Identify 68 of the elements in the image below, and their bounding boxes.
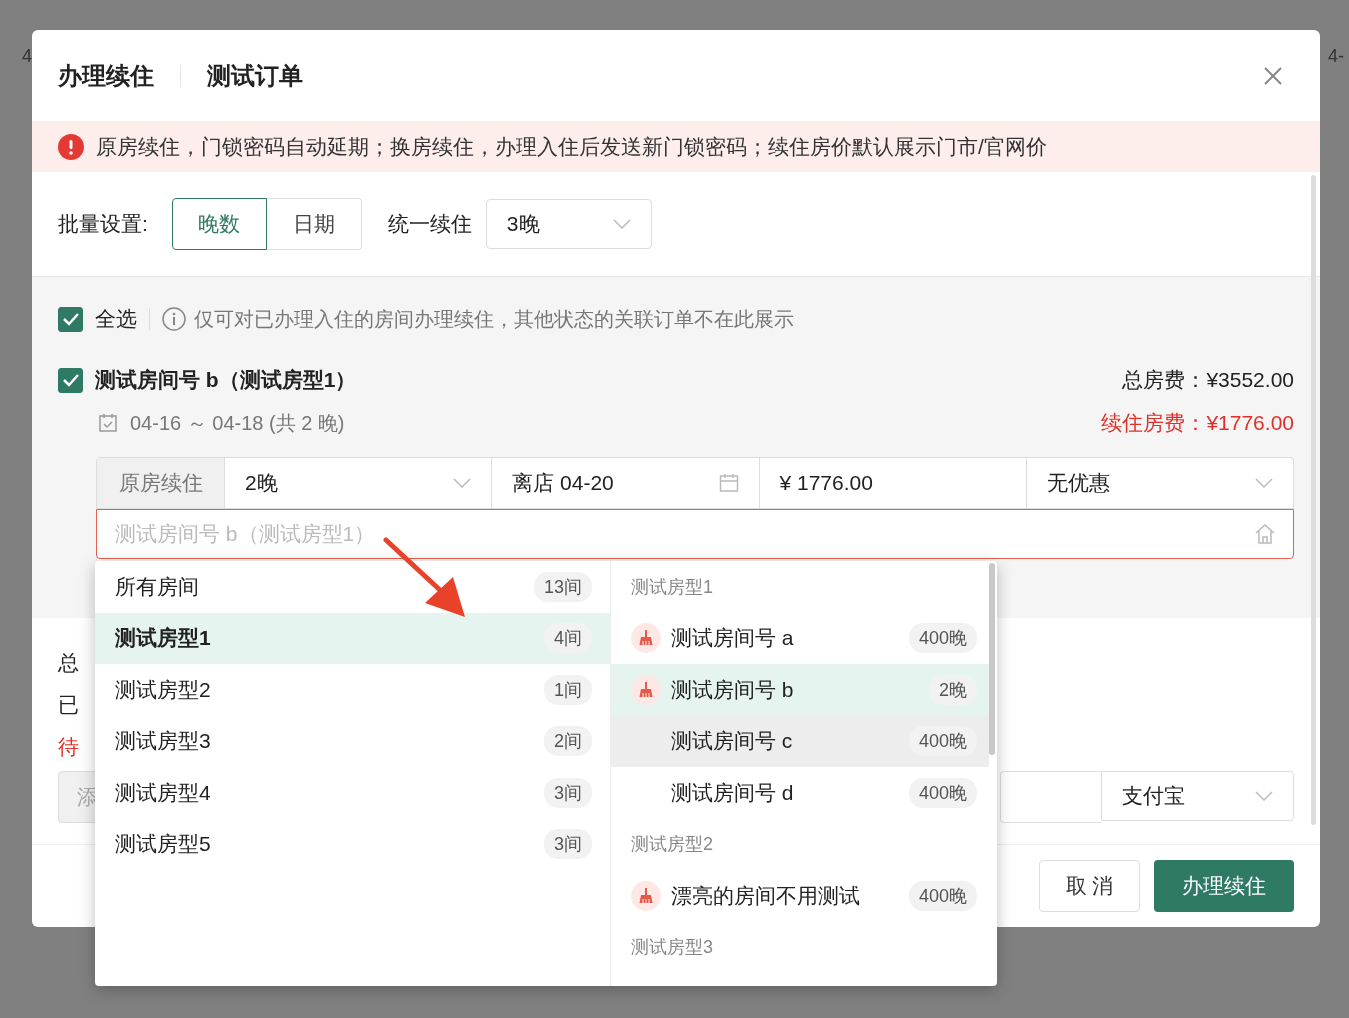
room-number: 测试房间号 a (671, 625, 795, 652)
room-type-name: 测试房型2 (115, 676, 211, 703)
night-count: 400晚 (908, 623, 977, 654)
error-icon (58, 133, 84, 160)
room-count: 4间 (544, 623, 592, 654)
room-name: 测试房间号 b（测试房型1） (95, 367, 357, 393)
room-type-item[interactable]: 测试房型1 4间 (95, 612, 610, 664)
room-number: 测试房间号 b (671, 676, 795, 703)
checkbox[interactable] (58, 367, 83, 393)
unify-label: 统一续住 (387, 211, 472, 237)
room-count: 2间 (544, 726, 592, 757)
extend-fee: 续住房费：¥1776.00 (1101, 410, 1294, 436)
info-note: 仅可对已办理入住的房间办理续住，其他状态的关联订单不在此展示 (194, 306, 794, 332)
close-icon[interactable] (1262, 64, 1284, 87)
room-item[interactable]: 测试房间号 b 2晚 (611, 664, 989, 716)
background-text: 4 (22, 46, 32, 67)
room-item[interactable]: 测试房间号 a 400晚 (611, 612, 989, 664)
group-title: 测试房型3 (630, 936, 714, 960)
room-number: 漂亮的房间不用测试 (671, 882, 861, 909)
room-count: 13间 (533, 571, 592, 602)
confirm-button[interactable]: 办理续住 (1154, 860, 1294, 912)
room-type-name: 所有房间 (115, 573, 199, 600)
info-icon (162, 307, 186, 331)
room-type-name: 测试房型4 (115, 779, 211, 806)
room-type-name: 测试房型3 (115, 728, 211, 755)
room-type-item[interactable]: 所有房间 13间 (95, 561, 610, 613)
cancel-button[interactable]: 取 消 (1039, 860, 1140, 912)
mode-tab[interactable]: 晚数 (171, 198, 267, 250)
room-type-item[interactable]: 测试房型2 1间 (95, 664, 610, 716)
payment-select[interactable]: 支付宝 (1101, 771, 1294, 821)
night-count: 400晚 (908, 880, 977, 911)
room-select-field[interactable]: 测试房间号 b（测试房型1） (96, 509, 1294, 559)
nights-select[interactable]: 3晚 (485, 199, 652, 249)
stay-dates: 04-16 ～ 04-18 (共 2 晚) (130, 410, 345, 436)
room-type-name: 测试房型5 (115, 831, 211, 858)
dialog-title: 办理续住 (58, 60, 154, 91)
room-number: 测试房间号 c (671, 728, 794, 755)
room-count: 3间 (544, 777, 592, 808)
alert-text: 原房续住，门锁密码自动延期；换房续住，办理入住后发送新门锁密码；续住房价默认展示门市/官网价 (96, 133, 1047, 160)
room-item[interactable]: 测试房间号 d 400晚 (611, 767, 989, 819)
room-count: 3间 (544, 829, 592, 860)
mode-tab[interactable]: 日期 (266, 198, 362, 250)
night-count: 2晚 (929, 674, 977, 705)
total-fee: 总房费：¥3552.00 (1122, 367, 1294, 393)
batch-label: 批量设置: (58, 211, 148, 237)
room-item[interactable]: 测试房间号 c 400晚 (611, 715, 989, 767)
group-title: 测试房型1 (630, 575, 714, 599)
room-count: 1间 (544, 674, 592, 705)
checkbox[interactable] (58, 306, 83, 332)
room-type-name: 测试房型1 (115, 625, 211, 652)
calendar-check-icon (98, 413, 118, 433)
group-title: 测试房型2 (630, 833, 714, 857)
order-name: 测试订单 (207, 60, 303, 91)
summary-label: 总 (58, 650, 79, 676)
check-icon (61, 373, 80, 387)
check-icon (61, 312, 80, 326)
home-icon (1254, 523, 1276, 545)
room-number: 测试房间号 d (671, 779, 795, 806)
chevron-down-icon (612, 219, 631, 229)
room-item[interactable]: 漂亮的房间不用测试 400晚 (611, 870, 989, 922)
background-text: 4- (1328, 46, 1344, 67)
night-count: 400晚 (908, 777, 977, 808)
chevron-down-icon (1255, 791, 1273, 801)
summary-label: 已 (58, 692, 79, 718)
room-type-item[interactable]: 测试房型3 2间 (95, 715, 610, 767)
summary-label: 待 (58, 734, 79, 760)
night-count: 400晚 (908, 726, 977, 757)
select-all-label: 全选 (95, 306, 137, 332)
